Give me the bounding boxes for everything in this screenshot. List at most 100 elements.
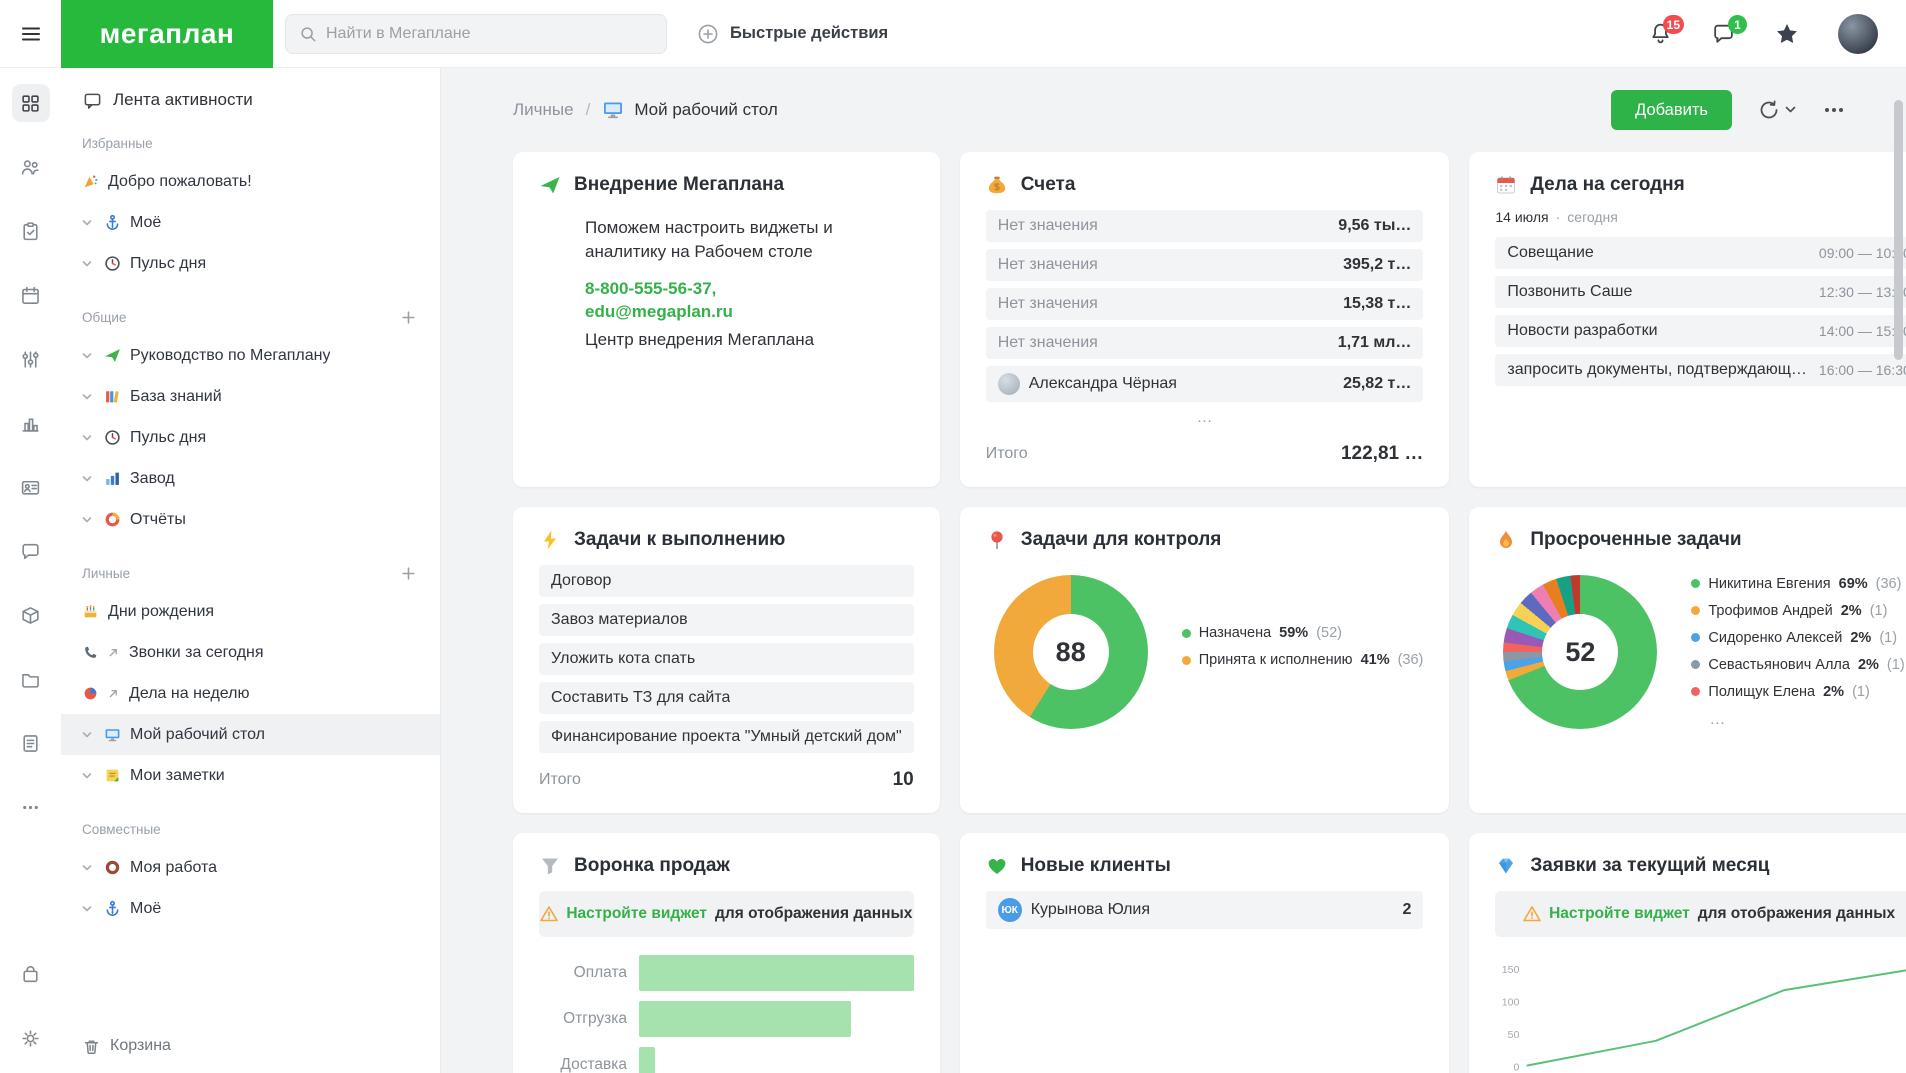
- task-row[interactable]: Уложить кота спать: [539, 643, 914, 675]
- task-row[interactable]: Составить ТЗ для сайта: [539, 682, 914, 714]
- activity-feed-link[interactable]: Лента активности: [61, 90, 440, 110]
- legend-item[interactable]: Трофимов Андрей2%(1): [1691, 603, 1904, 619]
- invoice-row[interactable]: Александра Чёрная25,82 т…: [986, 366, 1424, 402]
- today-row-label: запросить документы, подтверждающ…: [1507, 361, 1807, 379]
- menu-button[interactable]: [0, 0, 61, 68]
- donut-chart[interactable]: 52: [1503, 575, 1657, 729]
- rail-products-button[interactable]: [12, 596, 50, 634]
- widget-header: Задачи к выполнению: [539, 529, 914, 551]
- rail-tasks-button[interactable]: [12, 212, 50, 250]
- rail-contacts-button[interactable]: [12, 468, 50, 506]
- chevron-down-icon[interactable]: [81, 729, 94, 741]
- messages-button[interactable]: 1: [1711, 21, 1736, 46]
- refresh-button[interactable]: [1758, 99, 1796, 121]
- funnel-row[interactable]: Отгрузка: [539, 1001, 914, 1037]
- sidebar-item-birthdays[interactable]: Дни рождения: [61, 591, 440, 632]
- favorites-button[interactable]: [1774, 21, 1800, 47]
- configure-widget-banner[interactable]: Настройте виджет для отображения данных: [1495, 891, 1906, 937]
- legend-item[interactable]: Сидоренко Алексей2%(1): [1691, 630, 1904, 646]
- sidebar-item-my-notes[interactable]: Мои заметки: [61, 755, 440, 796]
- funnel-row[interactable]: Доставка: [539, 1047, 914, 1073]
- sidebar-item-calls-today[interactable]: Звонки за сегодня: [61, 632, 440, 673]
- sidebar-item-label: Мои заметки: [130, 767, 225, 785]
- trash-link[interactable]: Корзина: [61, 1037, 440, 1055]
- task-row[interactable]: Завоз материалов: [539, 604, 914, 636]
- legend-item[interactable]: Полищук Елена2%(1): [1691, 684, 1904, 700]
- rail-employees-button[interactable]: [12, 148, 50, 186]
- rail-reports-button[interactable]: [12, 404, 50, 442]
- rail-processes-button[interactable]: [12, 340, 50, 378]
- anchor-icon: [103, 214, 121, 231]
- chevron-down-icon[interactable]: [81, 258, 94, 270]
- configure-widget-banner[interactable]: Настройте виджет для отображения данных: [539, 891, 914, 937]
- task-row[interactable]: Финансирование проекта "Умный детский до…: [539, 721, 914, 753]
- today-row[interactable]: Позвонить Саше12:30 — 13:00: [1495, 276, 1906, 308]
- chevron-down-icon[interactable]: [81, 770, 94, 782]
- invoice-row[interactable]: Нет значения9,56 ты…: [986, 210, 1424, 242]
- legend-item[interactable]: Севастьянович Алла2%(1): [1691, 657, 1904, 673]
- configure-widget-link[interactable]: Настройте виджет: [1549, 905, 1690, 923]
- user-avatar[interactable]: [1838, 14, 1878, 54]
- rail-messenger-button[interactable]: [12, 532, 50, 570]
- chevron-down-icon[interactable]: [81, 350, 94, 362]
- today-row[interactable]: Совещание09:00 — 10:00: [1495, 237, 1906, 269]
- rail-news-button[interactable]: [12, 724, 50, 762]
- chevron-down-icon[interactable]: [81, 391, 94, 403]
- task-row[interactable]: Договор: [539, 565, 914, 597]
- line-chart[interactable]: 050100150нед 1нед 2нед 3нед 4: [1495, 945, 1906, 1073]
- invoice-row[interactable]: Нет значения1,71 мл…: [986, 327, 1424, 359]
- sidebar-item-week-tasks[interactable]: Дела на неделю: [61, 673, 440, 714]
- sidebar-item-my-work[interactable]: Моя работа: [61, 847, 440, 888]
- search-input[interactable]: [326, 25, 653, 43]
- chevron-down-icon[interactable]: [81, 217, 94, 229]
- sidebar-item-day-pulse[interactable]: Пульс дня: [61, 417, 440, 458]
- breadcrumb-separator: /: [586, 100, 591, 120]
- invoice-row[interactable]: Нет значения395,2 т…: [986, 249, 1424, 281]
- legend-item[interactable]: Никитина Евгения69%(36): [1691, 576, 1904, 592]
- today-row[interactable]: запросить документы, подтверждающ…16:00 …: [1495, 354, 1906, 386]
- sidebar-item-mine-fav[interactable]: Моё: [61, 202, 440, 243]
- chevron-down-icon[interactable]: [81, 862, 94, 874]
- today-row-time: 14:00 — 15:00: [1819, 323, 1906, 339]
- sidebar-item-reports[interactable]: Отчёты: [61, 499, 440, 540]
- chevron-down-icon[interactable]: [81, 432, 94, 444]
- legend-item[interactable]: Назначена59%(52): [1182, 625, 1424, 641]
- quick-actions-button[interactable]: Быстрые действия: [697, 23, 888, 45]
- sidebar-item-day-pulse-fav[interactable]: Пульс дня: [61, 243, 440, 284]
- chevron-down-icon[interactable]: [81, 473, 94, 485]
- sidebar-item-knowledge-base[interactable]: База знаний: [61, 376, 440, 417]
- invoices-more[interactable]: …: [986, 409, 1424, 427]
- page-menu-button[interactable]: [1822, 98, 1846, 122]
- legend-more[interactable]: …: [1709, 711, 1904, 729]
- breadcrumb-parent[interactable]: Личные: [513, 100, 574, 120]
- rail-calendar-button[interactable]: [12, 276, 50, 314]
- sidebar-item-my-desktop[interactable]: Мой рабочий стол: [61, 714, 440, 755]
- funnel-row[interactable]: Оплата: [539, 955, 914, 991]
- legend-item[interactable]: Принята к исполнению41%(36): [1182, 652, 1424, 668]
- invoice-row[interactable]: Нет значения15,38 т…: [986, 288, 1424, 320]
- brand-logo[interactable]: мегаплан: [61, 0, 273, 68]
- sidebar-item-factory[interactable]: Завод: [61, 458, 440, 499]
- today-row[interactable]: Новости разработки14:00 — 15:00: [1495, 315, 1906, 347]
- donut-chart[interactable]: 88: [994, 575, 1148, 729]
- sidebar-item-welcome[interactable]: Добро пожаловать!: [61, 161, 440, 202]
- chevron-down-icon[interactable]: [81, 903, 94, 915]
- add-dashboard-button[interactable]: [401, 310, 416, 325]
- rail-more-button[interactable]: [12, 788, 50, 826]
- sidebar-item-label: Добро пожаловать!: [108, 173, 252, 191]
- page-scrollbar[interactable]: [1894, 100, 1903, 360]
- chevron-down-icon[interactable]: [81, 514, 94, 526]
- sidebar-item-guide[interactable]: Руководство по Мегаплану: [61, 335, 440, 376]
- funnel-chart: ОплатаОтгрузкаДоставкаСверка: [539, 955, 914, 1073]
- rail-settings-button[interactable]: [12, 1019, 50, 1057]
- configure-widget-link[interactable]: Настройте виджет: [566, 905, 707, 923]
- onboarding-contact-link[interactable]: 8-800-555-56-37, edu@megaplan.ru: [585, 278, 835, 324]
- client-row[interactable]: ЮККурынова Юлия2: [986, 891, 1424, 929]
- sidebar-item-mine-shared[interactable]: Моё: [61, 888, 440, 929]
- rail-dashboard-button[interactable]: [12, 84, 50, 122]
- rail-deals-button[interactable]: [12, 955, 50, 993]
- notifications-button[interactable]: 15: [1648, 21, 1673, 46]
- add-dashboard-button[interactable]: [401, 566, 416, 581]
- rail-documents-button[interactable]: [12, 660, 50, 698]
- add-widget-button[interactable]: Добавить: [1611, 90, 1732, 130]
